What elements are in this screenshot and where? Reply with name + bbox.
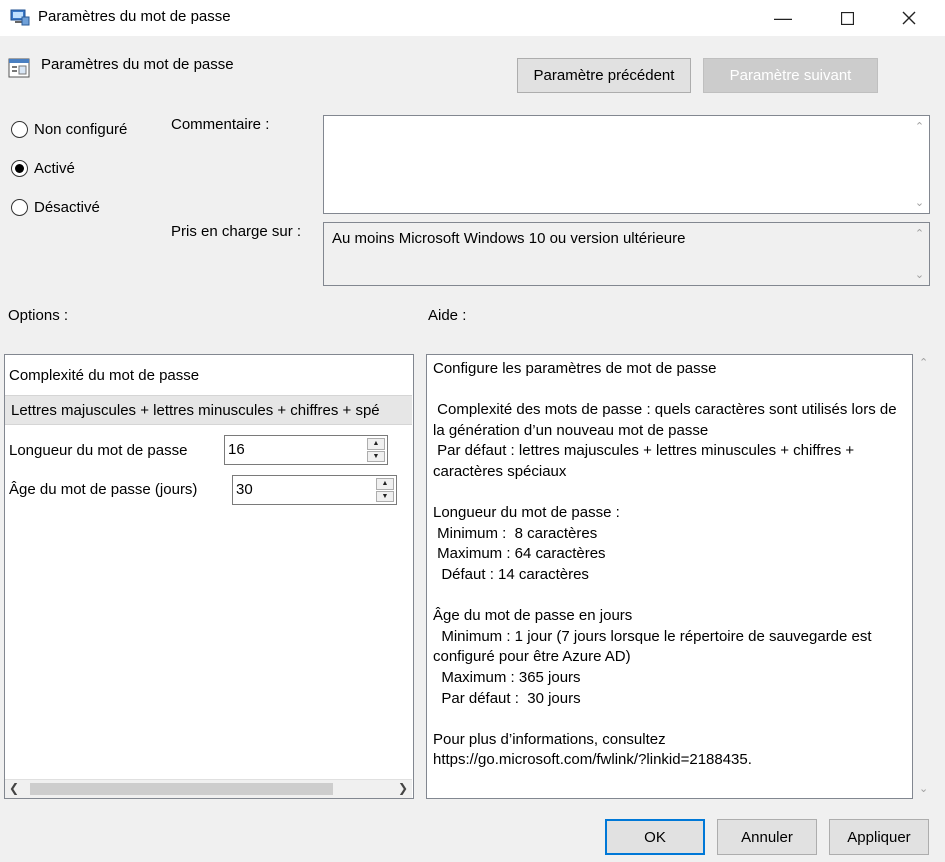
complexity-label: Complexité du mot de passe — [9, 367, 200, 384]
supported-scrollbar[interactable]: ⌃ ⌄ — [910, 223, 929, 285]
supported-on-box: Au moins Microsoft Windows 10 ou version… — [323, 222, 930, 286]
policy-app-icon — [10, 9, 30, 26]
options-label: Options : — [8, 307, 69, 324]
spin-up-icon[interactable]: ▲ — [367, 438, 385, 450]
scroll-down-icon: ⌄ — [914, 197, 925, 209]
next-setting-button[interactable]: Paramètre suivant — [703, 58, 878, 93]
length-label: Longueur du mot de passe — [9, 442, 188, 459]
radio-disabled[interactable]: Désactivé — [11, 199, 100, 216]
length-value[interactable]: 16 — [228, 441, 245, 458]
radio-circle-selected — [11, 160, 28, 177]
help-panel: Configure les paramètres de mot de passe… — [426, 354, 913, 799]
options-panel: Complexité du mot de passe Lettres majus… — [4, 354, 414, 799]
spin-up-icon[interactable]: ▲ — [376, 478, 394, 490]
age-spinner[interactable]: 30 ▲ ▼ — [232, 475, 397, 505]
maximize-button[interactable] — [824, 0, 870, 36]
length-spinner[interactable]: 16 ▲ ▼ — [224, 435, 388, 465]
scroll-down-icon[interactable]: ⌄ — [919, 782, 928, 795]
scroll-up-icon: ⌃ — [914, 228, 925, 240]
setting-icon — [8, 58, 30, 78]
close-icon — [902, 11, 916, 25]
window-title: Paramètres du mot de passe — [38, 8, 231, 25]
radio-enabled[interactable]: Activé — [11, 160, 75, 177]
close-button[interactable] — [886, 0, 932, 36]
scroll-left-icon[interactable]: ❮ — [9, 781, 19, 795]
age-value[interactable]: 30 — [236, 481, 253, 498]
age-label: Âge du mot de passe (jours) — [9, 481, 198, 498]
comment-label: Commentaire : — [171, 116, 270, 133]
scroll-up-icon: ⌃ — [914, 121, 925, 133]
help-label: Aide : — [428, 307, 467, 324]
minimize-button[interactable]: — — [760, 0, 806, 36]
scrollbar-thumb[interactable] — [30, 783, 333, 795]
apply-button[interactable]: Appliquer — [829, 819, 929, 855]
options-horizontal-scrollbar[interactable]: ❮ ❯ — [5, 779, 412, 798]
help-vertical-scrollbar[interactable]: ⌃ ⌄ — [915, 354, 943, 799]
radio-label: Désactivé — [34, 199, 100, 216]
scroll-down-icon: ⌄ — [914, 269, 925, 281]
radio-circle — [11, 121, 28, 138]
ok-button[interactable]: OK — [605, 819, 705, 855]
previous-setting-button[interactable]: Paramètre précédent — [517, 58, 691, 93]
scroll-right-icon[interactable]: ❯ — [398, 781, 408, 795]
comment-textarea[interactable]: ⌃ ⌄ — [323, 115, 930, 214]
maximize-icon — [840, 11, 854, 25]
radio-circle — [11, 199, 28, 216]
radio-label: Non configuré — [34, 121, 128, 138]
scroll-up-icon[interactable]: ⌃ — [919, 356, 928, 369]
title-bar: Paramètres du mot de passe — — [0, 0, 945, 36]
cancel-button[interactable]: Annuler — [717, 819, 817, 855]
radio-label: Activé — [34, 160, 75, 177]
help-text: Configure les paramètres de mot de passe… — [433, 360, 897, 769]
spin-down-icon[interactable]: ▼ — [376, 490, 394, 502]
complexity-select[interactable]: Lettres majuscules + lettres minuscules … — [5, 395, 412, 425]
setting-title: Paramètres du mot de passe — [41, 56, 234, 73]
supported-on-label: Pris en charge sur : — [171, 223, 302, 240]
comment-scrollbar[interactable]: ⌃ ⌄ — [910, 116, 929, 213]
radio-not-configured[interactable]: Non configuré — [11, 121, 127, 138]
minimize-icon: — — [774, 7, 792, 28]
spin-down-icon[interactable]: ▼ — [367, 450, 385, 462]
supported-on-value: Au moins Microsoft Windows 10 ou version… — [332, 230, 686, 247]
